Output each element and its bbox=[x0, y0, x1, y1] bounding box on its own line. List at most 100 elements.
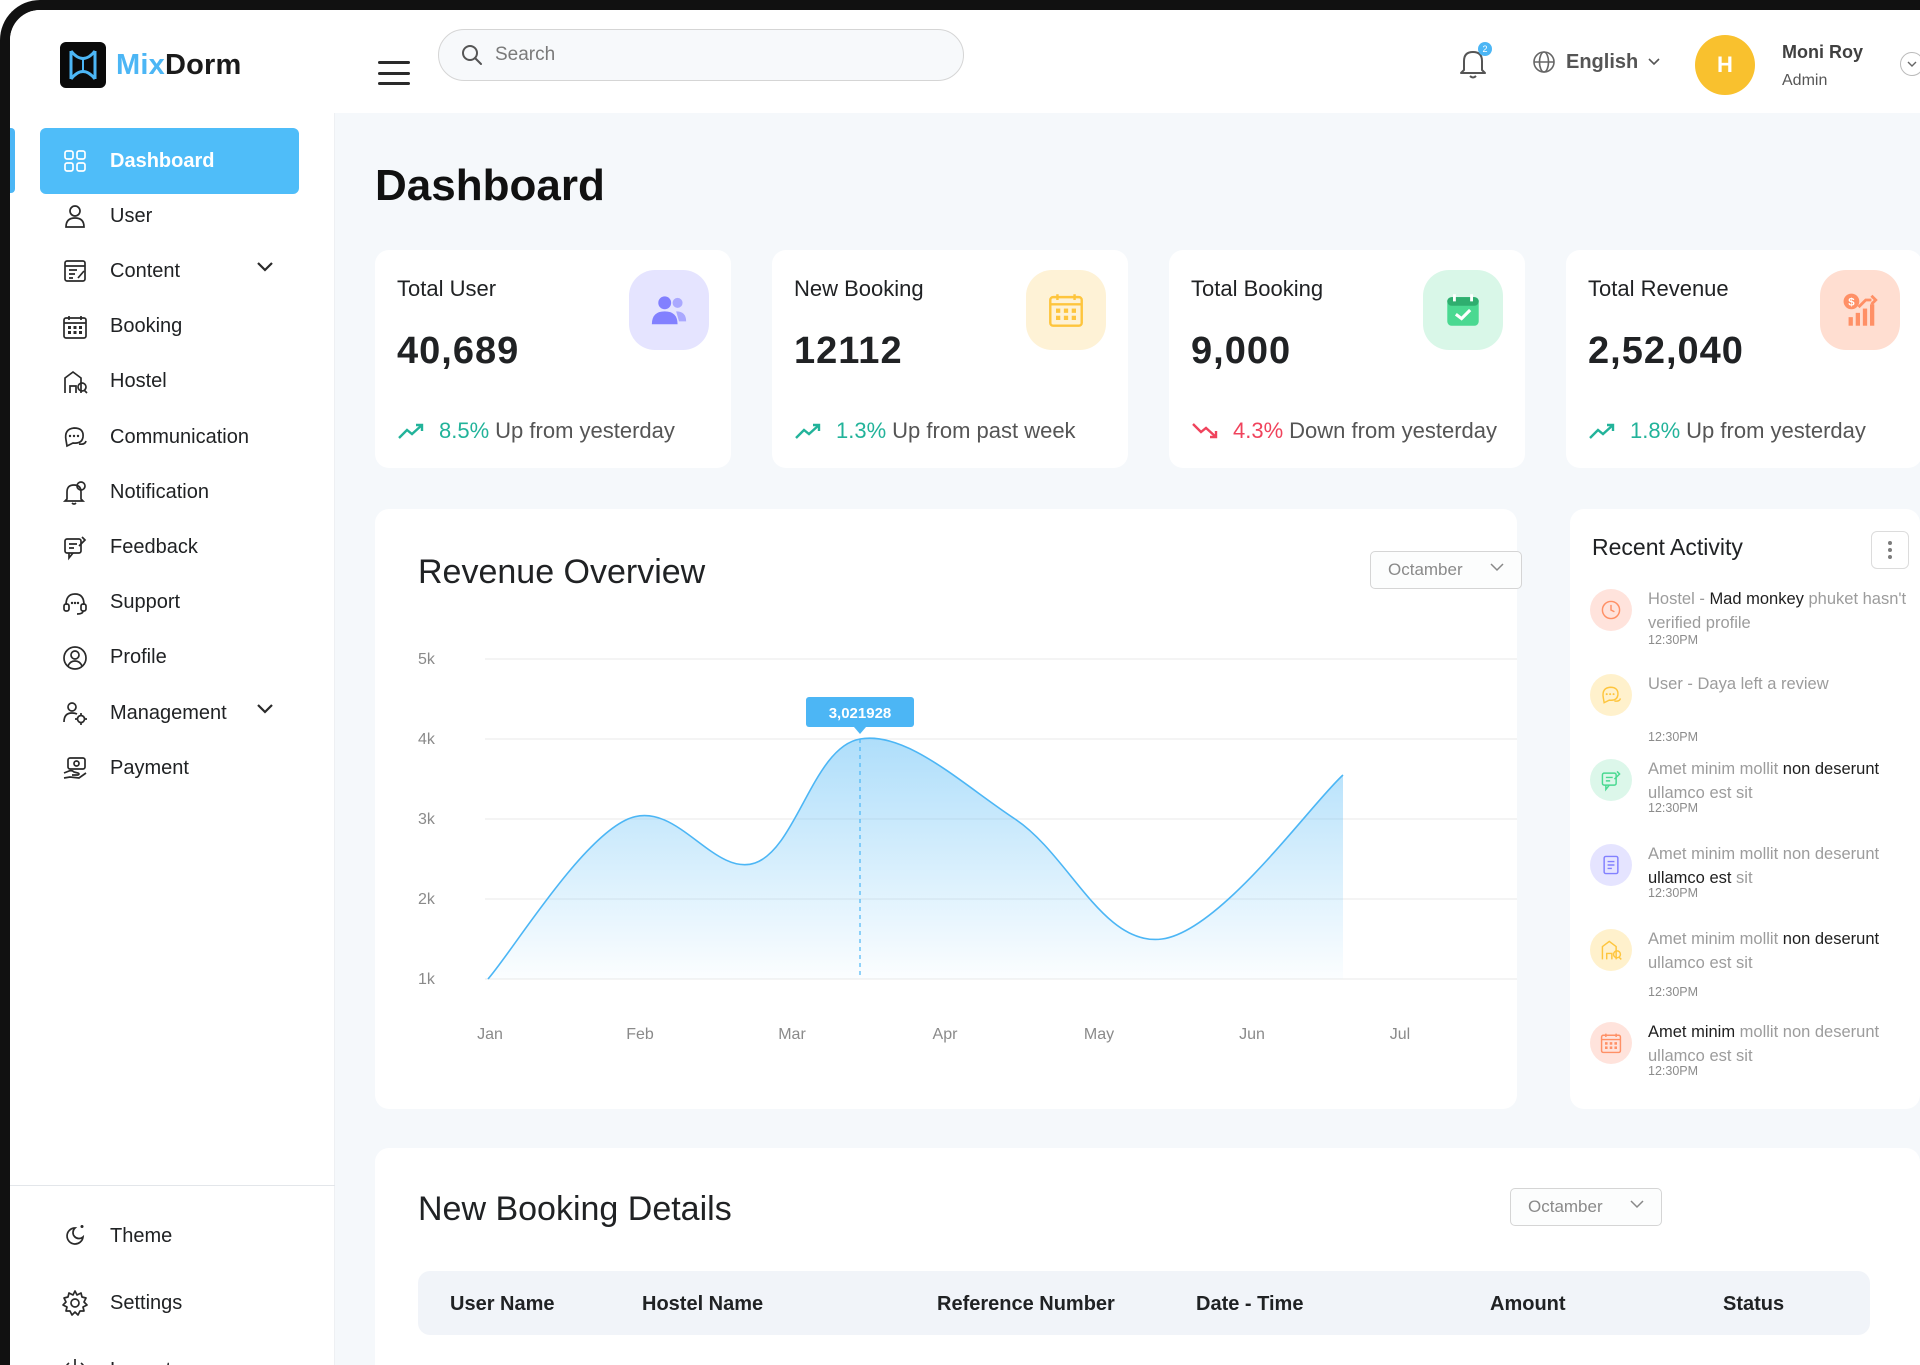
language-label: English bbox=[1566, 50, 1639, 73]
stat-card-total-revenue[interactable]: Total Revenue 2,52,040 $ 1.8% Up from ye… bbox=[1566, 250, 1920, 468]
users-icon bbox=[651, 296, 687, 325]
stat-trend-text: Up from yesterday bbox=[1686, 418, 1866, 443]
more-options-icon[interactable] bbox=[1871, 531, 1909, 569]
stat-icon-badge bbox=[1026, 270, 1106, 350]
headset-icon bbox=[63, 592, 87, 615]
page-title: Dashboard bbox=[375, 161, 605, 210]
column-header-reference-number[interactable]: Reference Number bbox=[937, 1293, 1115, 1316]
stat-trend-text: Up from past week bbox=[892, 418, 1076, 443]
activity-text-part: Amet minim bbox=[1648, 1023, 1736, 1041]
app-name-prefix: Mix bbox=[116, 48, 165, 81]
avatar[interactable]: H bbox=[1695, 35, 1755, 95]
app-logo[interactable]: MixDorm bbox=[60, 42, 241, 88]
hostel-icon-wrap bbox=[60, 367, 90, 397]
activity-icon-badge bbox=[1590, 759, 1632, 801]
sidebar-item-settings[interactable]: Settings bbox=[40, 1270, 299, 1336]
activity-text-part: Amet minim mollit bbox=[1648, 930, 1783, 948]
activity-icon-badge bbox=[1590, 929, 1632, 971]
stat-value: 40,689 bbox=[397, 330, 520, 372]
recent-activity-card: Recent Activity Hostel - Mad monkey phuk… bbox=[1570, 509, 1920, 1109]
feedback-icon bbox=[1601, 770, 1621, 792]
search-bar[interactable] bbox=[438, 29, 964, 81]
activity-icon-badge bbox=[1590, 674, 1632, 716]
calendar-icon-wrap bbox=[60, 312, 90, 342]
chevron-down-icon bbox=[1648, 58, 1660, 66]
sidebar-item-label: Theme bbox=[110, 1224, 173, 1247]
stat-trend: 1.3% Up from past week bbox=[794, 418, 1076, 444]
calendar-icon bbox=[63, 315, 87, 339]
activity-title: Recent Activity bbox=[1592, 534, 1743, 560]
sidebar-item-logout[interactable]: Logout bbox=[40, 1337, 299, 1365]
content-icon bbox=[64, 260, 86, 283]
stat-card-new-booking[interactable]: New Booking 12112 1.3% Up from past week bbox=[772, 250, 1128, 468]
activity-icon-badge bbox=[1590, 589, 1632, 631]
app-name: MixDorm bbox=[116, 49, 241, 82]
activity-text-part: User - Daya left a review bbox=[1648, 675, 1829, 693]
menu-toggle-icon[interactable] bbox=[378, 61, 410, 85]
stat-card-total-user[interactable]: Total User 40,689 8.5% Up from yesterday bbox=[375, 250, 731, 468]
x-tick-label: Jan bbox=[477, 1026, 503, 1043]
management-icon-wrap bbox=[60, 698, 90, 728]
x-tick-label: Jun bbox=[1239, 1026, 1265, 1043]
chevron-down-icon bbox=[257, 262, 273, 272]
stat-value: 2,52,040 bbox=[1588, 330, 1744, 372]
stat-trend-percent: 4.3% bbox=[1233, 418, 1284, 443]
column-header-hostel-name[interactable]: Hostel Name bbox=[642, 1293, 763, 1316]
document-icon bbox=[1603, 855, 1619, 875]
column-header-amount[interactable]: Amount bbox=[1490, 1293, 1566, 1316]
chevron-down-icon bbox=[1630, 1200, 1644, 1209]
booking-period-select[interactable]: Octamber bbox=[1510, 1188, 1662, 1226]
x-tick-label: May bbox=[1084, 1026, 1114, 1043]
column-header-date-time[interactable]: Date - Time bbox=[1196, 1293, 1303, 1316]
payment-icon-wrap bbox=[60, 753, 90, 783]
sidebar-item-label: Dashboard bbox=[110, 149, 215, 172]
notification-bell-icon[interactable]: 2 bbox=[1458, 42, 1492, 82]
booking-table-header: User Name Hostel Name Reference Number Date… bbox=[418, 1271, 1870, 1335]
revenue-period-value: Octamber bbox=[1388, 560, 1463, 579]
logout-icon bbox=[66, 1359, 84, 1365]
area-fill bbox=[488, 738, 1343, 979]
activity-text-part: sit bbox=[1731, 869, 1753, 887]
revenue-period-select[interactable]: Octamber bbox=[1370, 551, 1522, 589]
stat-value: 9,000 bbox=[1191, 330, 1292, 372]
activity-time: 12:30PM bbox=[1648, 801, 1699, 815]
activity-time: 12:30PM bbox=[1648, 633, 1699, 647]
x-tick-label: Feb bbox=[626, 1026, 654, 1043]
language-selector[interactable]: English bbox=[1532, 50, 1660, 74]
search-input[interactable] bbox=[495, 44, 935, 66]
headset-icon-wrap bbox=[60, 588, 90, 618]
stat-trend-percent: 1.8% bbox=[1630, 418, 1681, 443]
svg-text:$: $ bbox=[1848, 297, 1855, 309]
sidebar-item-payment[interactable]: Payment bbox=[40, 735, 299, 801]
activity-text-part: non deserunt bbox=[1782, 930, 1880, 948]
bell-icon bbox=[62, 481, 86, 506]
booking-title: New Booking Details bbox=[418, 1190, 732, 1228]
trend-up-icon bbox=[398, 423, 424, 439]
grid-icon bbox=[64, 150, 86, 172]
app-window: MixDorm 2 English H Moni Roy Admin Dashb… bbox=[0, 0, 1920, 1365]
stat-title: Total Booking bbox=[1191, 276, 1324, 301]
profile-menu-chevron-icon[interactable] bbox=[1900, 52, 1920, 76]
chat-icon bbox=[1602, 686, 1622, 704]
activity-text-part: Mad monkey bbox=[1709, 590, 1804, 608]
sidebar-item-label: Booking bbox=[110, 315, 183, 338]
sidebar-item-label: User bbox=[110, 204, 153, 227]
tooltip-pointer bbox=[854, 727, 866, 734]
new-booking-details-card: New Booking Details Octamber User Name Ho… bbox=[375, 1148, 1920, 1365]
stat-card-total-booking[interactable]: Total Booking 9,000 4.3% Down from yeste… bbox=[1169, 250, 1525, 468]
y-tick-label: 1k bbox=[418, 971, 436, 988]
tooltip-value: 3,021928 bbox=[829, 705, 892, 722]
top-header: MixDorm 2 English H Moni Roy Admin bbox=[10, 10, 1920, 113]
trend-up-icon bbox=[1589, 423, 1615, 439]
sidebar-item-theme[interactable]: Theme bbox=[40, 1203, 299, 1269]
logout-icon-wrap bbox=[60, 1355, 90, 1365]
stat-trend-text: Down from yesterday bbox=[1289, 418, 1498, 443]
column-header-user-name[interactable]: User Name bbox=[450, 1293, 555, 1316]
globe-icon bbox=[1533, 51, 1555, 73]
management-icon bbox=[63, 702, 87, 725]
sidebar-item-label: Logout bbox=[110, 1359, 171, 1365]
activity-text-part: ullamco est sit bbox=[1648, 954, 1753, 972]
column-header-status[interactable]: Status bbox=[1723, 1293, 1784, 1316]
x-tick-label: Apr bbox=[933, 1026, 959, 1043]
trend-down-icon bbox=[1192, 423, 1218, 439]
